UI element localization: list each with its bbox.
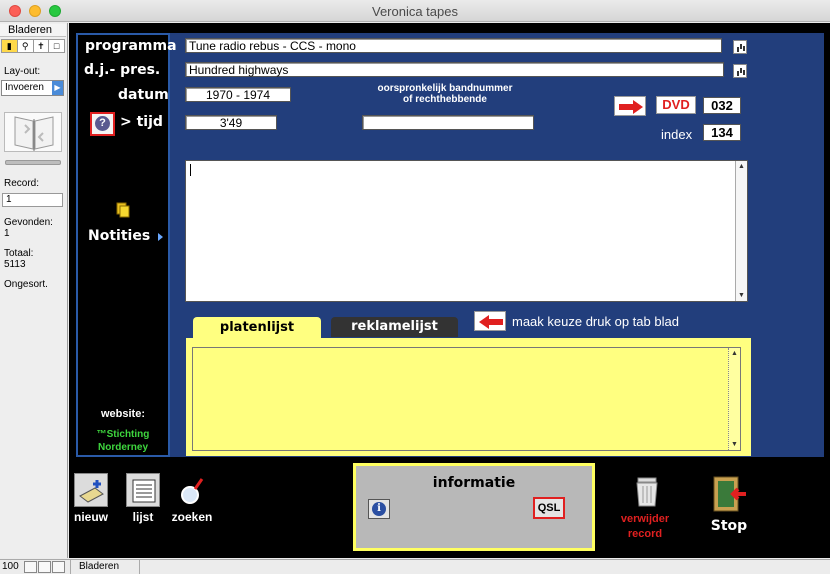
search-label: zoeken — [171, 510, 213, 524]
bandnummer-label-2: of rechthebbende — [403, 94, 487, 105]
list-button[interactable]: lijst — [124, 473, 162, 524]
media-type-label: DVD — [656, 96, 696, 114]
zoom-level: 100 — [2, 561, 19, 572]
layout-select[interactable]: Invoeren ▶ — [1, 80, 64, 96]
list-label: lijst — [132, 510, 154, 524]
scroll-down-icon[interactable]: ▼ — [729, 439, 740, 450]
list-icon — [126, 473, 160, 507]
website-label: website: — [100, 408, 145, 420]
right-arrow-button[interactable] — [614, 96, 646, 116]
notes-textarea[interactable]: ▲ ▼ — [185, 160, 748, 302]
scroll-up-icon[interactable]: ▲ — [736, 161, 747, 172]
chart-icon[interactable] — [733, 40, 747, 54]
delete-line-2: record — [627, 528, 663, 540]
website-line-1: ™Stichting — [96, 429, 150, 440]
search-button[interactable]: zoeken — [170, 473, 214, 524]
exit-door-icon[interactable] — [710, 475, 748, 513]
layout-select-value: Invoeren — [5, 82, 44, 93]
layout-label: Lay-out: — [4, 66, 41, 77]
media-number-field[interactable]: 032 — [703, 97, 741, 114]
website-link[interactable]: ™Stichting Norderney — [76, 428, 170, 454]
tijd-label: > tijd — [120, 114, 163, 130]
notities-label[interactable]: Notities — [88, 228, 150, 244]
platenlijst-textarea[interactable]: ▲ ▼ — [192, 347, 741, 451]
trash-icon[interactable] — [633, 476, 661, 508]
tab-reklamelijst[interactable]: reklamelijst — [331, 317, 458, 337]
index-label: index — [661, 127, 693, 142]
scroll-down-icon[interactable]: ▼ — [736, 290, 747, 301]
window-titlebar: Veronica tapes — [0, 0, 830, 22]
window-title: Veronica tapes — [371, 4, 458, 19]
bandnummer-label-1: oorspronkelijk bandnummer — [377, 83, 513, 94]
chevron-down-icon: ▶ — [52, 81, 63, 95]
datum-field[interactable]: 1970 - 1974 — [185, 87, 291, 102]
find-mode-icon[interactable]: ⚲ — [18, 40, 34, 52]
programma-field[interactable]: Tune radio rebus - CCS - mono — [185, 38, 722, 53]
footer-mode[interactable]: Bladeren — [70, 560, 140, 574]
info-panel: informatie i QSL — [353, 463, 595, 551]
total-label: Totaal: — [4, 248, 34, 259]
new-record-icon — [74, 473, 108, 507]
text-caret — [190, 164, 191, 176]
scroll-up-icon[interactable]: ▲ — [729, 348, 740, 359]
status-panel: Bladeren ▮ ⚲ ✝ □ Lay-out: Invoeren ▶ Rec… — [0, 23, 68, 558]
delete-record-button[interactable]: verwijder record — [612, 512, 678, 542]
info-icon: i — [372, 502, 386, 516]
dj-label: d.j.- pres. — [84, 62, 161, 78]
notes-icon[interactable] — [116, 202, 130, 218]
record-book-icon[interactable] — [4, 112, 62, 152]
platenlijst-scrollbar[interactable]: ▲ ▼ — [728, 348, 740, 450]
website-line-2: Norderney — [97, 442, 148, 453]
total-value: 5113 — [4, 259, 26, 270]
arrow-left-icon — [479, 315, 503, 329]
preview-mode-icon[interactable]: □ — [49, 40, 64, 52]
question-icon: ? — [95, 116, 110, 131]
notes-scrollbar[interactable]: ▲ ▼ — [735, 161, 747, 301]
index-field[interactable]: 134 — [703, 124, 741, 141]
info-title: informatie — [432, 475, 516, 491]
new-button[interactable]: nieuw — [72, 473, 110, 524]
programma-label: programma — [85, 38, 177, 54]
zoom-out-icon[interactable] — [24, 561, 37, 573]
chart-icon[interactable] — [733, 64, 747, 78]
tab-hint: maak keuze druk op tab blad — [512, 314, 679, 329]
triangle-right-icon[interactable] — [158, 233, 163, 241]
unsorted-label: Ongesort. — [4, 279, 48, 290]
browse-mode-icon[interactable]: ▮ — [2, 40, 18, 52]
record-slider[interactable] — [5, 160, 61, 165]
layout-mode-icon[interactable]: ✝ — [34, 40, 50, 52]
status-area-toggle-icon[interactable] — [52, 561, 65, 573]
qsl-button[interactable]: QSL — [533, 497, 565, 519]
status-bar: 100 Bladeren — [0, 559, 830, 574]
record-number-input[interactable]: 1 — [2, 193, 63, 207]
bandnummer-field[interactable] — [362, 115, 534, 130]
new-label: nieuw — [73, 510, 108, 524]
dj-field[interactable]: Hundred highways — [185, 62, 724, 77]
info-button[interactable]: i — [368, 499, 390, 519]
delete-line-1: verwijder — [620, 513, 670, 525]
zoom-controls — [24, 561, 66, 573]
arrow-right-icon — [619, 100, 643, 114]
mode-tool-row: ▮ ⚲ ✝ □ — [1, 39, 65, 53]
tab-platenlijst[interactable]: platenlijst — [193, 317, 321, 339]
record-label: Record: — [4, 178, 40, 189]
left-arrow-button[interactable] — [474, 311, 506, 331]
mode-label: Bladeren — [0, 24, 66, 37]
stop-button[interactable]: Stop — [706, 518, 752, 534]
zoom-in-icon[interactable] — [38, 561, 51, 573]
help-button[interactable]: ? — [90, 112, 115, 136]
found-label: Gevonden: — [4, 217, 53, 228]
tijd-field[interactable]: 3'49 — [185, 115, 277, 130]
search-icon — [175, 473, 209, 507]
found-value: 1 — [4, 228, 10, 239]
datum-label: datum — [118, 87, 169, 103]
